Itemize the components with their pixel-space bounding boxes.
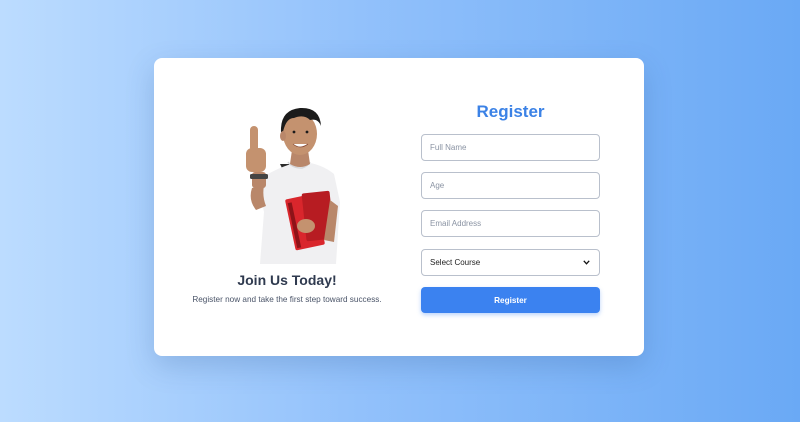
- chevron-down-icon: [581, 258, 591, 268]
- student-photo: [246, 107, 340, 264]
- email-input[interactable]: [421, 210, 600, 237]
- promo-panel: Join Us Today! Register now and take the…: [154, 58, 420, 356]
- promo-title: Join Us Today!: [237, 272, 337, 288]
- age-input[interactable]: [421, 172, 600, 199]
- course-select-value: Select Course: [430, 258, 481, 267]
- promo-subtitle: Register now and take the first step tow…: [192, 295, 382, 304]
- form-title: Register: [476, 102, 545, 121]
- register-button[interactable]: Register: [421, 287, 600, 313]
- course-select[interactable]: Select Course: [421, 249, 600, 276]
- registration-card: Join Us Today! Register now and take the…: [154, 58, 644, 356]
- full-name-input[interactable]: [421, 134, 600, 161]
